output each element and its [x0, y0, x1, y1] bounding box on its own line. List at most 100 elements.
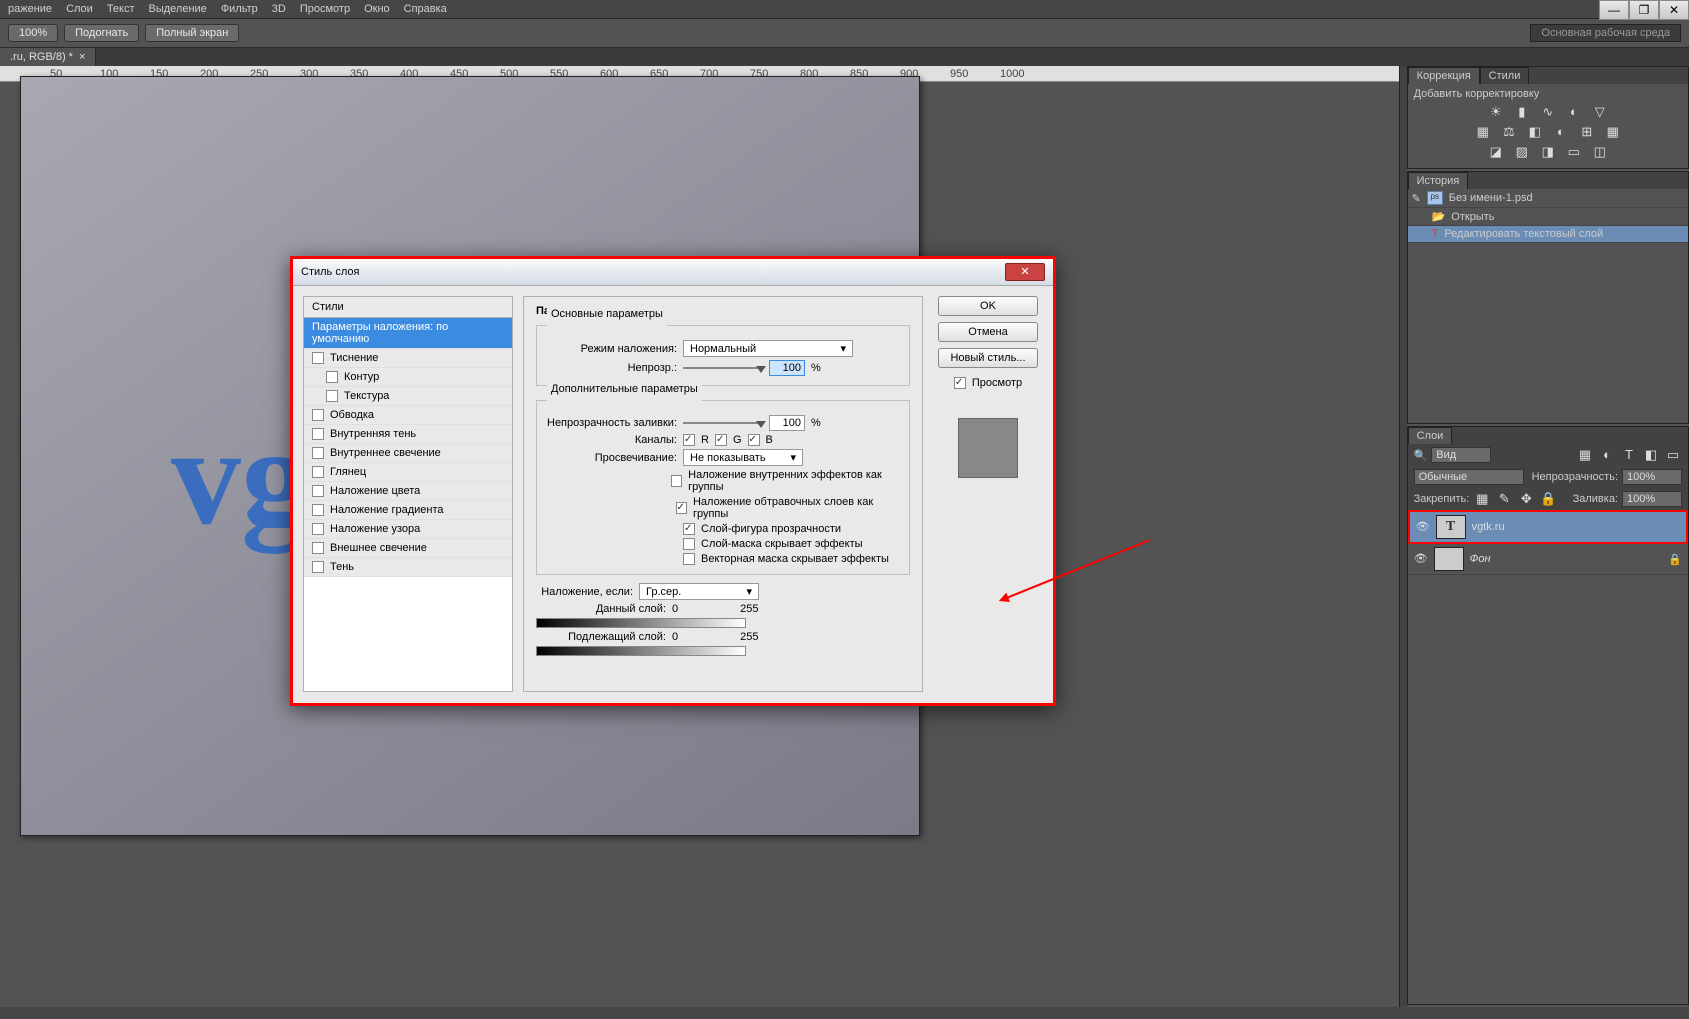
new-style-button[interactable]: Новый стиль... [938, 348, 1038, 368]
filter-shape-icon[interactable]: ◧ [1642, 447, 1660, 463]
filter-kind-icon[interactable]: 🔍 [1414, 449, 1428, 462]
filter-smart-icon[interactable]: ▭ [1664, 447, 1682, 463]
style-checkbox[interactable] [312, 542, 324, 554]
history-snapshot[interactable]: ✎ ps Без имени-1.psd [1408, 189, 1688, 208]
under-layer-gradient[interactable] [536, 646, 746, 656]
layer-row-background[interactable]: 👁 Фон 🔒 [1408, 544, 1688, 575]
hue-icon[interactable]: ▦ [1474, 124, 1492, 140]
style-checkbox[interactable] [312, 409, 324, 421]
blend-clipped-checkbox[interactable] [676, 502, 687, 514]
fit-button[interactable]: Подогнать [64, 24, 139, 42]
menu-item[interactable]: Текст [107, 3, 135, 15]
menu-item[interactable]: 3D [272, 3, 286, 15]
menu-item[interactable]: Просмотр [300, 3, 350, 15]
blend-select[interactable]: Обычные [1414, 469, 1524, 485]
curves-icon[interactable]: ∿ [1539, 104, 1557, 120]
style-item[interactable]: Наложение узора [304, 520, 512, 539]
dialog-titlebar[interactable]: Стиль слоя ✕ [293, 259, 1053, 286]
style-item[interactable]: Контур [304, 368, 512, 387]
ok-button[interactable]: OK [938, 296, 1038, 316]
balance-icon[interactable]: ⚖ [1500, 124, 1518, 140]
selective-color-icon[interactable]: ◫ [1591, 144, 1609, 160]
this-layer-gradient[interactable] [536, 618, 746, 628]
menu-item[interactable]: Выделение [149, 3, 207, 15]
fullscreen-button[interactable]: Полный экран [145, 24, 239, 42]
style-checkbox[interactable] [326, 390, 338, 402]
style-item[interactable]: Глянец [304, 463, 512, 482]
blendif-select[interactable]: Гр.сер.▾ [639, 583, 759, 600]
threshold-icon[interactable]: ◨ [1539, 144, 1557, 160]
fill-field[interactable]: 100 [769, 415, 805, 431]
exposure-icon[interactable]: ◐ [1565, 104, 1583, 120]
channel-r-checkbox[interactable] [683, 434, 695, 446]
brightness-icon[interactable]: ☀ [1487, 104, 1505, 120]
style-checkbox[interactable] [312, 504, 324, 516]
channel-mixer-icon[interactable]: ⊞ [1578, 124, 1596, 140]
style-checkbox[interactable] [312, 523, 324, 535]
tab-layers[interactable]: Слои [1408, 427, 1453, 444]
preview-checkbox[interactable] [954, 377, 966, 389]
opacity-field[interactable]: 100 [769, 360, 805, 376]
invert-icon[interactable]: ◪ [1487, 144, 1505, 160]
style-checkbox[interactable] [312, 447, 324, 459]
style-item[interactable]: Тень [304, 558, 512, 577]
collapsed-panel-column[interactable] [1399, 66, 1407, 1007]
bw-icon[interactable]: ◧ [1526, 124, 1544, 140]
style-item[interactable]: Внутренняя тень [304, 425, 512, 444]
blend-mode-select[interactable]: Нормальный▾ [683, 340, 853, 357]
levels-icon[interactable]: ▮ [1513, 104, 1531, 120]
filter-adj-icon[interactable]: ◐ [1598, 447, 1616, 463]
style-item[interactable]: Внутреннее свечение [304, 444, 512, 463]
visibility-toggle[interactable]: 👁 [1416, 520, 1430, 534]
lock-pixels-icon[interactable]: ✎ [1495, 491, 1513, 507]
style-item[interactable]: Текстура [304, 387, 512, 406]
style-checkbox[interactable] [312, 466, 324, 478]
close-tab-icon[interactable]: × [79, 51, 85, 63]
menu-item[interactable]: Слои [66, 3, 93, 15]
channel-g-checkbox[interactable] [715, 434, 727, 446]
cancel-button[interactable]: Отмена [938, 322, 1038, 342]
tab-history[interactable]: История [1408, 172, 1469, 189]
style-item[interactable]: Параметры наложения: по умолчанию [304, 318, 512, 349]
gradient-map-icon[interactable]: ▭ [1565, 144, 1583, 160]
document-tab[interactable]: .ru, RGB/8) * × [0, 48, 96, 66]
filter-text-icon[interactable]: T [1620, 447, 1638, 463]
lut-icon[interactable]: ▦ [1604, 124, 1622, 140]
filter-kind-select[interactable]: Вид [1431, 447, 1491, 463]
fill-slider[interactable] [683, 422, 763, 424]
vector-mask-hides-checkbox[interactable] [683, 553, 695, 565]
menu-item[interactable]: Справка [404, 3, 447, 15]
close-button[interactable]: ✕ [1659, 0, 1689, 20]
zoom-field[interactable]: 100% [8, 24, 58, 42]
opacity-slider[interactable] [683, 367, 763, 369]
layer-opacity-field[interactable]: 100% [1622, 469, 1682, 485]
style-checkbox[interactable] [312, 352, 324, 364]
channel-b-checkbox[interactable] [748, 434, 760, 446]
style-item[interactable]: Тиснение [304, 349, 512, 368]
style-item[interactable]: Обводка [304, 406, 512, 425]
blend-interior-checkbox[interactable] [671, 475, 682, 487]
lock-position-icon[interactable]: ✥ [1517, 491, 1535, 507]
photo-filter-icon[interactable]: ◐ [1552, 124, 1570, 140]
maximize-button[interactable]: ❐ [1629, 0, 1659, 20]
style-item[interactable]: Наложение цвета [304, 482, 512, 501]
style-item[interactable]: Внешнее свечение [304, 539, 512, 558]
visibility-toggle[interactable]: 👁 [1414, 552, 1428, 566]
mask-hides-effects-checkbox[interactable] [683, 538, 695, 550]
transparency-shapes-checkbox[interactable] [683, 523, 695, 535]
posterize-icon[interactable]: ▨ [1513, 144, 1531, 160]
knockout-select[interactable]: Не показывать▾ [683, 449, 803, 466]
history-step-edit-text[interactable]: T Редактировать текстовый слой [1408, 226, 1688, 243]
menu-item[interactable]: Фильтр [221, 3, 258, 15]
style-checkbox[interactable] [312, 428, 324, 440]
filter-pixel-icon[interactable]: ▦ [1576, 447, 1594, 463]
dialog-close-button[interactable]: ✕ [1005, 263, 1045, 281]
tab-styles[interactable]: Стили [1480, 67, 1530, 84]
layer-row-text[interactable]: 👁 T vgtk.ru [1408, 510, 1688, 544]
workspace-selector[interactable]: Основная рабочая среда [1530, 24, 1681, 42]
lock-all-icon[interactable]: 🔒 [1539, 491, 1557, 507]
minimize-button[interactable]: — [1599, 0, 1629, 20]
style-item[interactable]: Наложение градиента [304, 501, 512, 520]
menu-item[interactable]: ражение [8, 3, 52, 15]
vibrance-icon[interactable]: ▽ [1591, 104, 1609, 120]
